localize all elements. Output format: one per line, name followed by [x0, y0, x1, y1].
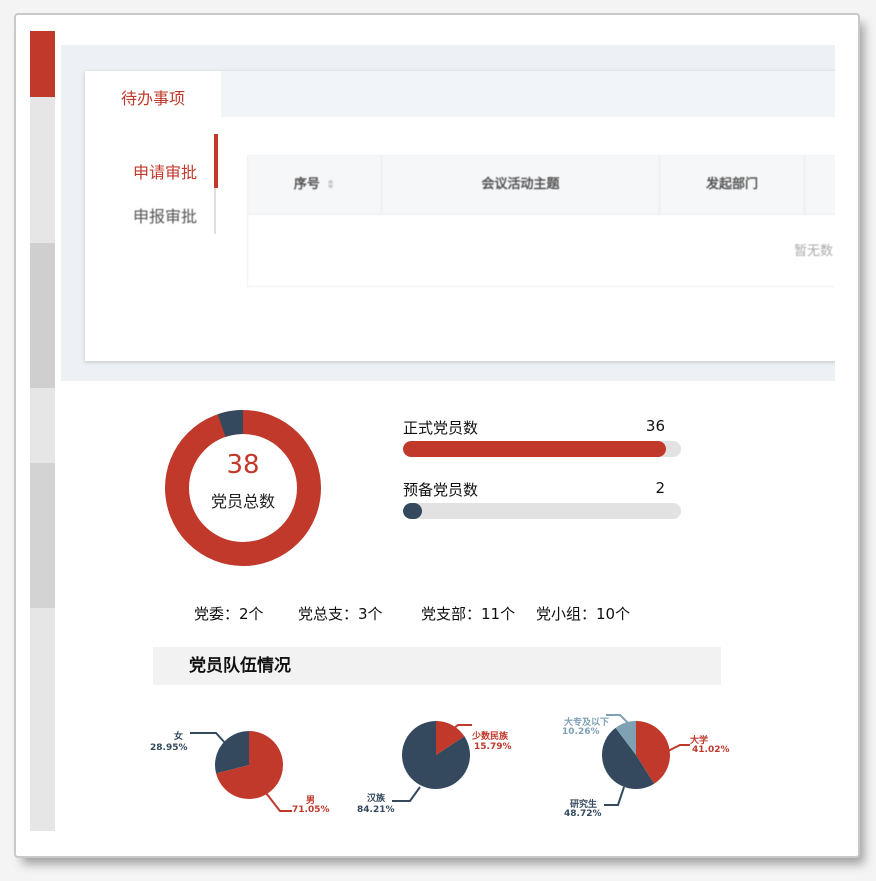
- org-stat-general-branch: 党总支：3个: [298, 605, 383, 623]
- tab-todo[interactable]: 待办事项: [85, 71, 221, 119]
- sidebar-block[interactable]: [30, 463, 55, 608]
- pie-category-label: 汉族: [367, 794, 386, 804]
- bar-value: 36: [645, 417, 665, 435]
- member-bars: 正式党员数 36 预备党员数 2: [403, 417, 723, 547]
- section-header: 党员队伍情况: [153, 647, 721, 685]
- org-stat-branch: 党支部：11个: [421, 605, 516, 623]
- pie-percent-label: 71.05%: [292, 805, 330, 815]
- section-title: 党员队伍情况: [189, 656, 291, 676]
- sidebar-block[interactable]: [30, 243, 55, 388]
- tab-report-approval[interactable]: 申报审批: [115, 203, 215, 227]
- member-total-number: 38: [226, 450, 260, 480]
- org-stat-committee: 党委：2个: [194, 605, 264, 623]
- pie-leader-line: [265, 792, 292, 812]
- bar-fill: [403, 441, 667, 457]
- bar-track: [403, 441, 681, 457]
- pie-percent-label: 84.21%: [357, 805, 395, 815]
- pie-leader-line: [392, 786, 421, 802]
- member-total-donut: 38 党员总数: [163, 408, 323, 568]
- pie-percent-label: 28.95%: [150, 743, 188, 753]
- pie-percent-label: 48.72%: [564, 809, 602, 819]
- member-composition-pies: 男 71.05% 女 28.95% 少数民族 15.79% 汉族 84.21% 大学 41.02%…: [30, 707, 835, 831]
- column-header-label: 序号: [293, 177, 320, 192]
- bar-track: [403, 503, 681, 519]
- bar-fill: [403, 503, 423, 519]
- pie-percent-label: 41.02%: [692, 745, 730, 755]
- todo-table: 序号 ⇕ 会议活动主题 发起部门 暂无数: [247, 155, 835, 287]
- member-total-label: 党员总数: [210, 492, 275, 511]
- sort-icon[interactable]: ⇕: [326, 156, 335, 214]
- org-stat-group: 党小组：10个: [536, 605, 631, 623]
- pie-percent-label: 15.79%: [474, 742, 512, 752]
- window-frame: 待办事项 申请审批 申报审批 序号 ⇕ 会议活动主题 发起部门 暂无数 38 党…: [16, 15, 858, 856]
- vertical-tabs: 申请审批 申报审批: [115, 134, 229, 234]
- table-header: 序号 ⇕ 会议活动主题 发起部门: [248, 156, 835, 215]
- pie-category-label: 女: [174, 732, 184, 742]
- column-header-topic[interactable]: 会议活动主题: [382, 156, 660, 214]
- pie-percent-label: 10.26%: [562, 727, 600, 737]
- pie-leader-line: [604, 786, 625, 806]
- probationary-member-bar: 预备党员数 2: [403, 479, 703, 529]
- bar-value: 2: [655, 479, 665, 497]
- table-empty-text: 暂无数: [794, 244, 834, 259]
- todo-panel: 待办事项 申请审批 申报审批 序号 ⇕ 会议活动主题 发起部门 暂无数: [61, 45, 835, 381]
- app-screen: 待办事项 申请审批 申报审批 序号 ⇕ 会议活动主题 发起部门 暂无数 38 党…: [30, 31, 835, 831]
- pie-leader-line: [606, 714, 629, 724]
- pie-category-label: 少数民族: [472, 732, 509, 742]
- formal-member-bar: 正式党员数 36: [403, 417, 703, 467]
- donut-probationary-arc: [217, 410, 244, 438]
- column-header-department[interactable]: 发起部门: [660, 156, 805, 214]
- pie-leader-line: [667, 744, 690, 752]
- pie-charts-svg: [190, 714, 690, 812]
- pie-leader-line: [190, 732, 227, 745]
- tab-apply-approval[interactable]: 申请审批: [115, 159, 215, 183]
- sidebar-active-marker[interactable]: [30, 31, 55, 97]
- column-header-index[interactable]: 序号 ⇕: [248, 156, 382, 214]
- todo-card: 待办事项 申请审批 申报审批 序号 ⇕ 会议活动主题 发起部门 暂无数: [85, 71, 835, 361]
